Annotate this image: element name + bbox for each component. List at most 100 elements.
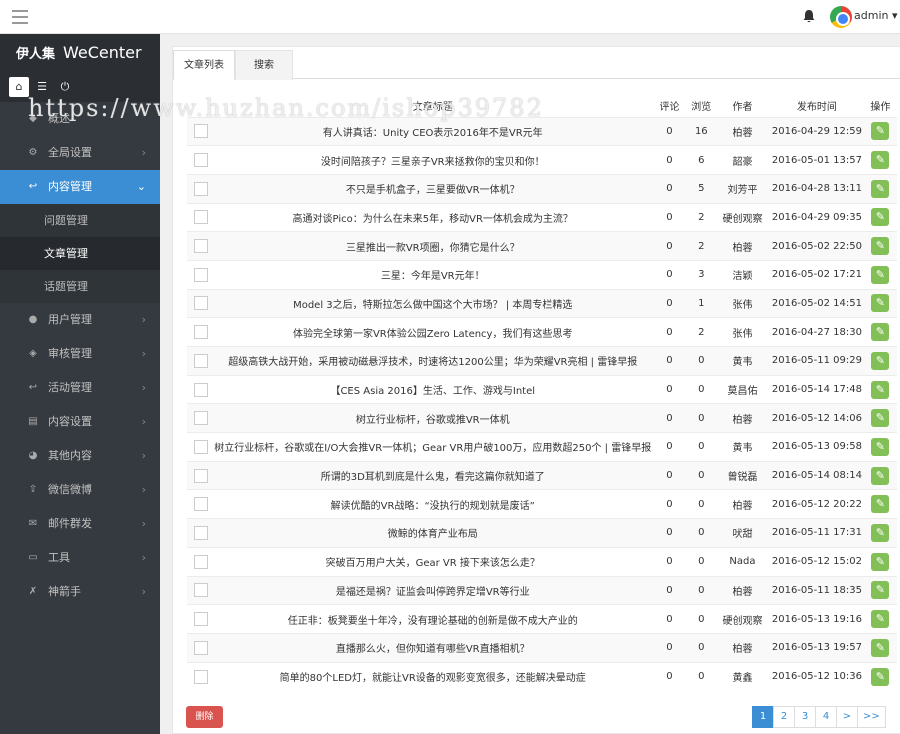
sidebar-subitem-questions[interactable]: 问题管理 bbox=[0, 204, 160, 237]
row-checkbox[interactable] bbox=[193, 267, 208, 282]
article-title[interactable]: 超级高铁大战开始，采用被动磁悬浮技术，时速将达1200公里；华为荣耀VR亮相 |… bbox=[214, 346, 652, 376]
sidebar-item-mass-mail[interactable]: ✉ 邮件群发 › bbox=[0, 507, 160, 541]
last-page-link[interactable]: >> bbox=[857, 706, 886, 728]
edit-icon[interactable]: ✎ bbox=[871, 523, 890, 542]
sidebar-item-overview[interactable]: ◆ 概述 bbox=[0, 102, 160, 136]
article-title[interactable]: Model 3之后，特斯拉怎么做中国这个大市场？ | 本周专栏精选 bbox=[214, 288, 652, 318]
home-icon[interactable]: ⌂ bbox=[9, 77, 29, 97]
edit-icon[interactable]: ✎ bbox=[871, 437, 890, 456]
page-3-link[interactable]: 3 bbox=[794, 706, 816, 728]
delete-button[interactable]: 删除 bbox=[186, 706, 223, 728]
article-title[interactable]: 三星推出一款VR项圈，你猜它是什么？ bbox=[214, 231, 652, 261]
next-page-link[interactable]: > bbox=[836, 706, 858, 728]
edit-icon[interactable]: ✎ bbox=[871, 294, 890, 313]
edit-icon[interactable]: ✎ bbox=[871, 122, 890, 141]
edit-icon[interactable]: ✎ bbox=[871, 237, 890, 256]
row-checkbox[interactable] bbox=[193, 325, 208, 340]
row-checkbox[interactable] bbox=[193, 239, 208, 254]
article-title[interactable]: 所谓的3D耳机到底是什么鬼，看完这篇你就知道了 bbox=[214, 460, 652, 490]
edit-icon[interactable]: ✎ bbox=[871, 581, 890, 600]
edit-icon[interactable]: ✎ bbox=[871, 323, 890, 342]
edit-icon[interactable]: ✎ bbox=[871, 265, 890, 284]
view-count: 16 bbox=[687, 116, 715, 146]
edit-icon[interactable]: ✎ bbox=[871, 151, 890, 170]
sidebar-item-global-settings[interactable]: ⚙ 全局设置 › bbox=[0, 136, 160, 170]
edit-icon[interactable]: ✎ bbox=[871, 610, 890, 629]
bell-icon[interactable] bbox=[802, 9, 818, 25]
edit-icon[interactable]: ✎ bbox=[871, 495, 890, 514]
page-4-link[interactable]: 4 bbox=[815, 706, 837, 728]
edit-icon[interactable]: ✎ bbox=[871, 380, 890, 399]
row-checkbox[interactable] bbox=[193, 296, 208, 311]
edit-icon[interactable]: ✎ bbox=[871, 179, 890, 198]
sidebar-item-tools[interactable]: ▭ 工具 › bbox=[0, 541, 160, 575]
article-title[interactable]: 不只是手机盒子，三星要做VR一体机？ bbox=[214, 173, 652, 204]
row-actions: ✎ bbox=[863, 116, 897, 146]
row-checkbox[interactable] bbox=[193, 554, 208, 569]
sidebar-subitem-articles[interactable]: 文章管理 bbox=[0, 237, 160, 270]
dashboard-icon: ◆ bbox=[29, 113, 37, 124]
sidebar-item-wechat-weibo[interactable]: ⇪ 微信微博 › bbox=[0, 473, 160, 507]
sidebar-item-review[interactable]: ◈ 审核管理 › bbox=[0, 337, 160, 371]
article-title[interactable]: 突破百万用户大关，Gear VR 接下来该怎么走？ bbox=[214, 546, 652, 576]
comment-count: 0 bbox=[651, 145, 688, 175]
sidebar-item-content-settings[interactable]: ▤ 内容设置 › bbox=[0, 405, 160, 439]
article-title[interactable]: 简单的80个LED灯，就能让VR设备的观影变宽很多，还能解决晕动症 bbox=[214, 661, 652, 691]
row-checkbox[interactable] bbox=[193, 181, 208, 196]
sidebar-item-activity[interactable]: ↩ 活动管理 › bbox=[0, 371, 160, 405]
avatar[interactable] bbox=[830, 6, 852, 28]
sidebar-item-content-management[interactable]: ↩ 内容管理 ⌄ bbox=[0, 170, 160, 204]
article-title[interactable]: 微鲸的体育产业布局 bbox=[214, 518, 652, 548]
list-icon[interactable]: ☰ bbox=[32, 77, 52, 97]
row-checkbox[interactable] bbox=[193, 153, 208, 168]
article-title[interactable]: 【CES Asia 2016】生活、工作、游戏与Intel bbox=[214, 374, 652, 404]
row-checkbox[interactable] bbox=[193, 210, 208, 225]
user-menu[interactable]: admin ▾ bbox=[854, 9, 898, 22]
row-checkbox[interactable] bbox=[193, 439, 208, 454]
row-checkbox[interactable] bbox=[193, 497, 208, 512]
edit-icon[interactable]: ✎ bbox=[871, 667, 890, 686]
article-title[interactable]: 高通对谈Pico：为什么在未来5年，移动VR一体机会成为主流？ bbox=[214, 202, 652, 232]
article-title[interactable]: 三星：今年是VR元年！ bbox=[214, 259, 652, 290]
article-title[interactable]: 任正非：板凳要坐十年冷，没有理论基础的创新是做不成大产业的 bbox=[214, 604, 652, 634]
publish-time: 2016-05-13 09:58 bbox=[770, 432, 864, 462]
menu-icon[interactable] bbox=[12, 10, 28, 24]
edit-icon[interactable]: ✎ bbox=[871, 409, 890, 428]
row-checkbox[interactable] bbox=[193, 411, 208, 426]
edit-icon[interactable]: ✎ bbox=[871, 552, 890, 571]
publish-time: 2016-05-11 17:31 bbox=[770, 518, 864, 548]
sidebar-item-shenjianshou[interactable]: ✗ 神箭手 › bbox=[0, 575, 160, 609]
page-2-link[interactable]: 2 bbox=[773, 706, 795, 728]
article-title[interactable]: 树立行业标杆，谷歌或推VR一体机 bbox=[214, 403, 652, 433]
article-title[interactable]: 体验完全球第一家VR体验公园Zero Latency，我们有这些思考 bbox=[214, 317, 652, 347]
table-row: 不只是手机盒子，三星要做VR一体机？ 0 5 刘芳平 2016-04-28 13:11 ✎ bbox=[187, 173, 897, 204]
row-checkbox[interactable] bbox=[193, 468, 208, 483]
article-title[interactable]: 有人讲真话：Unity CEO表示2016年不是VR元年 bbox=[214, 116, 652, 146]
power-icon[interactable]: ⏻ bbox=[55, 77, 75, 97]
sidebar-item-other-content[interactable]: ◕ 其他内容 › bbox=[0, 439, 160, 473]
row-checkbox[interactable] bbox=[193, 583, 208, 598]
page-1-link[interactable]: 1 bbox=[752, 706, 774, 728]
article-title[interactable]: 树立行业标杆，谷歌或在I/O大会推VR一体机；Gear VR用户破100万，应用… bbox=[214, 432, 652, 462]
edit-icon[interactable]: ✎ bbox=[871, 466, 890, 485]
row-checkbox[interactable] bbox=[193, 669, 208, 684]
row-checkbox[interactable] bbox=[193, 353, 208, 368]
sidebar-item-users[interactable]: ● 用户管理 › bbox=[0, 303, 160, 337]
tab-article-list[interactable]: 文章列表 bbox=[173, 50, 235, 80]
article-title[interactable]: 解读优酷的VR战略：“没执行的规划就是废话” bbox=[214, 489, 652, 519]
edit-icon[interactable]: ✎ bbox=[871, 208, 890, 227]
edit-icon[interactable]: ✎ bbox=[871, 351, 890, 370]
row-checkbox[interactable] bbox=[193, 382, 208, 397]
article-title[interactable]: 直播那么火，但你知道有哪些VR直播相机？ bbox=[214, 632, 652, 663]
article-title[interactable]: 是福还是祸？证监会叫停跨界定增VR等行业 bbox=[214, 575, 652, 605]
sidebar-subitem-topics[interactable]: 话题管理 bbox=[0, 270, 160, 303]
row-checkbox[interactable] bbox=[193, 525, 208, 540]
row-checkbox[interactable] bbox=[193, 124, 208, 139]
edit-icon[interactable]: ✎ bbox=[871, 638, 890, 657]
chevron-right-icon: › bbox=[141, 313, 146, 326]
article-title[interactable]: 没时间陪孩子？三星亲子VR来拯救你的宝贝和你！ bbox=[214, 145, 652, 175]
row-select-cell bbox=[187, 575, 215, 605]
row-checkbox[interactable] bbox=[193, 640, 208, 655]
tab-search[interactable]: 搜索 bbox=[235, 50, 293, 80]
row-checkbox[interactable] bbox=[193, 612, 208, 627]
